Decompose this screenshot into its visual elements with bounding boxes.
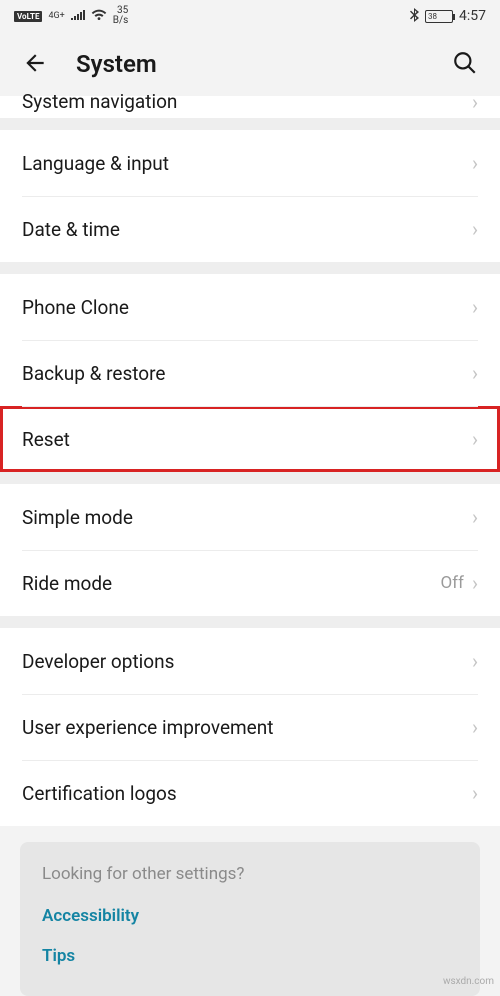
section-gap bbox=[0, 118, 500, 130]
link-tips[interactable]: Tips bbox=[42, 946, 458, 966]
row-user-experience-improvement[interactable]: User experience improvement › bbox=[0, 694, 500, 760]
section-gap bbox=[0, 262, 500, 274]
settings-group-modes: Simple mode › Ride mode Off › bbox=[0, 484, 500, 616]
search-button[interactable] bbox=[448, 46, 482, 83]
status-left: VoLTE 4G+ 35 B/s bbox=[14, 6, 128, 26]
volte-badge: VoLTE bbox=[14, 11, 42, 22]
row-system-navigation[interactable]: System navigation › bbox=[0, 96, 500, 118]
row-ride-mode[interactable]: Ride mode Off › bbox=[0, 550, 500, 616]
section-gap bbox=[0, 472, 500, 484]
chevron-right-icon: › bbox=[472, 361, 478, 385]
bluetooth-icon bbox=[410, 8, 419, 25]
chevron-right-icon: › bbox=[472, 151, 478, 175]
row-reset[interactable]: Reset › bbox=[0, 406, 500, 472]
row-label: Simple mode bbox=[22, 506, 472, 529]
more-settings-card: Looking for other settings? Accessibilit… bbox=[20, 842, 480, 996]
page-title: System bbox=[76, 50, 424, 78]
row-label: User experience improvement bbox=[22, 716, 472, 739]
clock: 4:57 bbox=[459, 8, 486, 24]
watermark: wsxdn.com bbox=[443, 976, 494, 987]
chevron-right-icon: › bbox=[472, 217, 478, 241]
chevron-right-icon: › bbox=[472, 715, 478, 739]
row-certification-logos[interactable]: Certification logos › bbox=[0, 760, 500, 826]
battery-icon: 38 bbox=[425, 10, 453, 23]
net-speed-indicator: 35 B/s bbox=[113, 6, 129, 26]
chevron-right-icon: › bbox=[472, 649, 478, 673]
back-button[interactable] bbox=[18, 46, 52, 83]
net-speed-unit: B/s bbox=[113, 16, 129, 26]
row-backup-restore[interactable]: Backup & restore › bbox=[0, 340, 500, 406]
wifi-icon bbox=[91, 9, 107, 24]
row-phone-clone[interactable]: Phone Clone › bbox=[0, 274, 500, 340]
row-label: Developer options bbox=[22, 650, 472, 673]
row-simple-mode[interactable]: Simple mode › bbox=[0, 484, 500, 550]
row-label: Certification logos bbox=[22, 782, 472, 805]
row-label: Language & input bbox=[22, 152, 472, 175]
settings-group-developer: Developer options › User experience impr… bbox=[0, 628, 500, 826]
chevron-right-icon: › bbox=[472, 781, 478, 805]
row-label: Phone Clone bbox=[22, 296, 472, 319]
row-label: Reset bbox=[22, 428, 472, 451]
search-icon bbox=[452, 50, 478, 76]
status-bar: VoLTE 4G+ 35 B/s 38 4:57 bbox=[0, 0, 500, 32]
status-right: 38 4:57 bbox=[410, 8, 486, 25]
link-accessibility[interactable]: Accessibility bbox=[42, 906, 458, 926]
app-header: System bbox=[0, 32, 500, 96]
more-settings-title: Looking for other settings? bbox=[42, 864, 458, 884]
battery-pct: 38 bbox=[428, 12, 437, 21]
row-label: System navigation bbox=[22, 90, 177, 113]
row-label: Backup & restore bbox=[22, 362, 472, 385]
settings-group-language-date: Language & input › Date & time › bbox=[0, 130, 500, 262]
row-value: Off bbox=[440, 573, 464, 593]
row-language-input[interactable]: Language & input › bbox=[0, 130, 500, 196]
signal-icon bbox=[71, 9, 85, 23]
section-gap bbox=[0, 616, 500, 628]
chevron-right-icon: › bbox=[472, 571, 478, 595]
chevron-right-icon: › bbox=[472, 427, 478, 451]
back-arrow-icon bbox=[22, 50, 48, 76]
row-developer-options[interactable]: Developer options › bbox=[0, 628, 500, 694]
chevron-right-icon: › bbox=[472, 295, 478, 319]
chevron-right-icon: › bbox=[472, 90, 478, 114]
network-gen: 4G+ bbox=[48, 11, 64, 21]
row-label: Ride mode bbox=[22, 572, 440, 595]
chevron-right-icon: › bbox=[472, 505, 478, 529]
row-date-time[interactable]: Date & time › bbox=[0, 196, 500, 262]
row-label: Date & time bbox=[22, 218, 472, 241]
settings-group-backup: Phone Clone › Backup & restore › Reset › bbox=[0, 274, 500, 472]
